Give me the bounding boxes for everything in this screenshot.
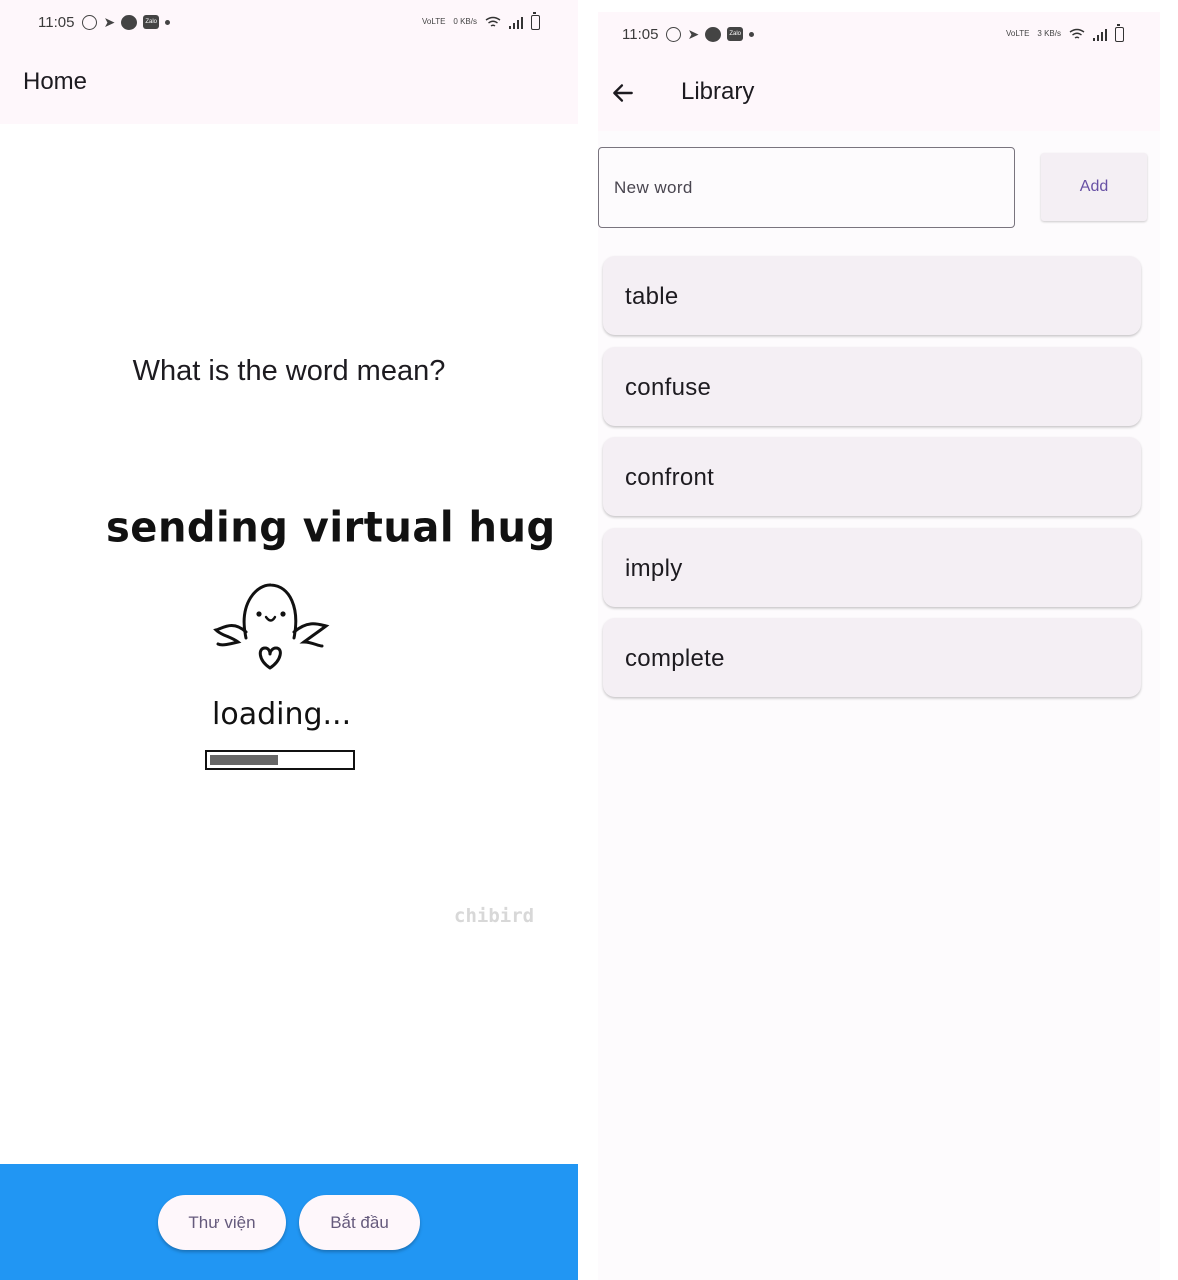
word-card[interactable]: imply: [603, 527, 1141, 607]
telegram-icon: ➤: [103, 13, 116, 30]
messenger-icon: [121, 14, 138, 30]
loading-bar-fill: [210, 755, 278, 765]
signal-icon: [1093, 28, 1107, 41]
page-title: Library: [681, 78, 755, 105]
notification-dot-icon: [749, 31, 755, 37]
app-bar: Home: [0, 44, 578, 124]
word-label: complete: [625, 645, 725, 672]
volte-icon: VoLTE: [1006, 29, 1030, 38]
question-text: What is the word mean?: [132, 355, 446, 387]
word-card[interactable]: table: [603, 256, 1141, 335]
virtual-hug-image: sending virtual hug loading... chibird: [100, 495, 555, 935]
start-button[interactable]: Bắt đầu: [299, 1195, 420, 1250]
loading-bar: [205, 750, 355, 770]
net-speed: 0 KB/s: [453, 17, 477, 26]
word-label: table: [625, 283, 679, 310]
word-list: table confuse confront imply complete: [603, 256, 1141, 709]
page-title: Home: [23, 68, 88, 95]
viber-icon: [666, 26, 682, 42]
artist-signature: chibird: [454, 905, 535, 927]
viber-icon: [82, 14, 98, 30]
app-bar: Library: [598, 56, 1160, 131]
net-speed: 3 KB/s: [1037, 29, 1061, 38]
volte-icon: VoLTE: [422, 17, 446, 26]
back-arrow-icon[interactable]: [610, 80, 636, 106]
add-button[interactable]: Add: [1041, 153, 1147, 221]
hugging-blob-icon: [213, 583, 330, 670]
home-screen: 11:05 ➤ Zalo VoLTE 0 KB/s Home What is t…: [0, 0, 578, 1280]
battery-icon: [1115, 23, 1124, 42]
messenger-icon: [705, 26, 722, 42]
telegram-icon: ➤: [687, 25, 700, 42]
notification-dot-icon: [165, 19, 171, 25]
zalo-icon: Zalo: [143, 15, 160, 29]
word-label: imply: [625, 554, 683, 582]
word-card[interactable]: complete: [603, 618, 1141, 697]
new-word-input[interactable]: [598, 147, 1015, 228]
image-caption: sending virtual hug: [106, 503, 556, 553]
zalo-icon: Zalo: [727, 27, 744, 41]
bottom-bar: Thư viện Bắt đầu: [0, 1164, 578, 1280]
battery-icon: [531, 11, 540, 30]
library-button[interactable]: Thư viện: [158, 1195, 286, 1250]
status-time: 11:05: [38, 13, 75, 31]
status-bar: 11:05 ➤ Zalo VoLTE 0 KB/s: [0, 0, 578, 44]
word-label: confuse: [625, 373, 712, 401]
wifi-icon: [1069, 28, 1085, 39]
word-card[interactable]: confuse: [603, 346, 1141, 426]
signal-icon: [509, 16, 523, 29]
wifi-icon: [485, 16, 501, 27]
status-time: 11:05: [622, 25, 659, 43]
loading-text: loading...: [212, 697, 352, 732]
status-bar: 11:05 ➤ Zalo VoLTE 3 KB/s: [598, 12, 1160, 56]
library-screen: 11:05 ➤ Zalo VoLTE 3 KB/s Library Add ta…: [598, 12, 1160, 1280]
word-card[interactable]: confront: [603, 437, 1141, 516]
word-label: confront: [625, 464, 715, 491]
